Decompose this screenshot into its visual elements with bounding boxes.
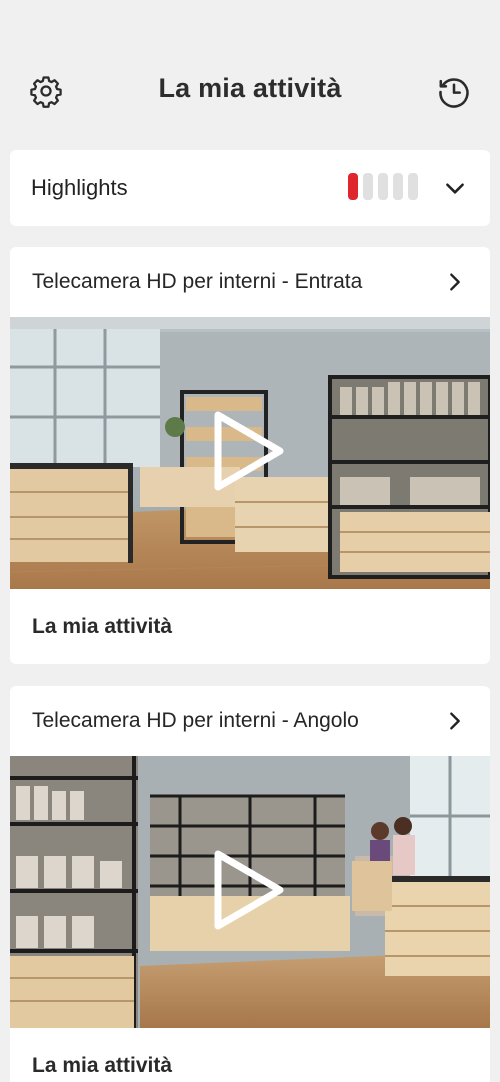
page-title: La mia attività	[158, 73, 342, 103]
history-button[interactable]	[436, 74, 472, 110]
highlight-bar	[408, 173, 418, 200]
highlight-bar	[363, 173, 373, 200]
camera-card[interactable]: Telecamera HD per interni - Angolo La mi…	[10, 686, 490, 1082]
camera-preview-image[interactable]	[10, 756, 490, 1028]
history-clock-icon	[439, 78, 469, 108]
app-screen: La mia attività Highlights Telecamera HD…	[0, 0, 500, 1082]
camera-name: Telecamera HD per interni - Entrata	[32, 270, 363, 293]
highlights-card[interactable]: Highlights	[10, 150, 490, 226]
chevron-right-icon[interactable]	[444, 710, 466, 732]
camera-header[interactable]: Telecamera HD per interni - Entrata	[10, 247, 490, 317]
camera-card[interactable]: Telecamera HD per interni - Entrata La m…	[10, 247, 490, 664]
camera-preview-image[interactable]	[10, 317, 490, 589]
chevron-down-icon[interactable]	[442, 175, 468, 201]
highlights-indicator	[348, 173, 418, 200]
camera-header[interactable]: Telecamera HD per interni - Angolo	[10, 686, 490, 756]
highlight-bar-active	[348, 173, 358, 200]
site-name: La mia attività	[32, 1054, 173, 1077]
site-name: La mia attività	[32, 615, 173, 638]
play-icon[interactable]	[206, 409, 290, 493]
camera-name: Telecamera HD per interni - Angolo	[32, 709, 359, 732]
highlights-label: Highlights	[31, 175, 128, 200]
camera-footer: La mia attività	[10, 589, 490, 664]
play-icon[interactable]	[206, 848, 290, 932]
highlight-bar	[378, 173, 388, 200]
camera-footer: La mia attività	[10, 1028, 490, 1082]
highlight-bar	[393, 173, 403, 200]
top-bar: La mia attività	[0, 55, 500, 125]
chevron-right-icon[interactable]	[444, 271, 466, 293]
